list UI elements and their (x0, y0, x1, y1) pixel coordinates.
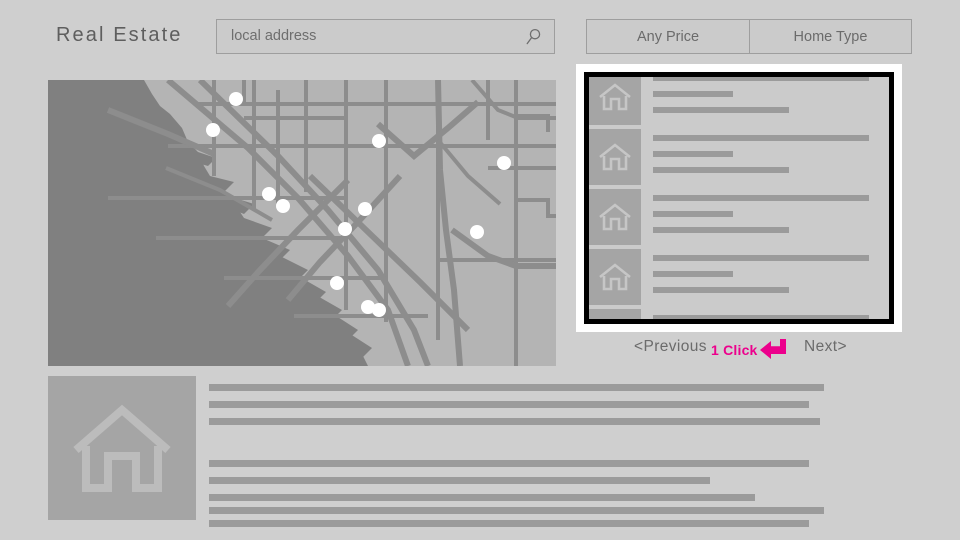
previous-page-link[interactable]: <Previous (634, 338, 707, 356)
listing-row[interactable] (589, 309, 889, 324)
listing-row[interactable] (589, 249, 889, 305)
listing-thumbnail (589, 77, 641, 125)
map-canvas (48, 80, 556, 366)
listing-scroll-area[interactable] (589, 77, 889, 324)
search-input[interactable] (231, 20, 511, 53)
house-icon (599, 263, 631, 291)
listing-thumbnail (589, 189, 641, 245)
filter-any-price-button[interactable]: Any Price (587, 20, 749, 53)
header-bar: Real Estate Any Price Home Type (0, 0, 960, 72)
search-icon[interactable] (524, 28, 542, 46)
house-icon (599, 203, 631, 231)
detail-card (48, 376, 838, 527)
next-page-link[interactable]: Next> (804, 338, 847, 356)
app-root: Real Estate Any Price Home Type (0, 0, 960, 540)
listing-text-lines (641, 77, 889, 125)
house-icon (598, 322, 632, 324)
pagination: <Previous 1 Click Next> (576, 336, 902, 364)
click-annotation: 1 Click (711, 339, 787, 361)
house-icon (599, 83, 631, 111)
map-view[interactable] (48, 80, 556, 366)
house-icon (599, 143, 631, 171)
listing-thumbnail (589, 129, 641, 185)
listing-row[interactable] (589, 189, 889, 245)
listing-text-lines (641, 129, 889, 185)
listing-thumbnail (589, 249, 641, 305)
return-arrow-icon (759, 339, 787, 361)
listing-row[interactable] (589, 77, 889, 125)
page-title: Real Estate (56, 24, 183, 46)
click-annotation-label: 1 Click (711, 342, 758, 358)
filter-button-group: Any Price Home Type (586, 19, 912, 54)
search-box[interactable] (216, 19, 555, 54)
listing-text-lines (641, 309, 889, 319)
listing-text-lines (641, 249, 889, 305)
listing-row[interactable] (589, 129, 889, 185)
detail-text-lines (48, 376, 838, 527)
listing-panel-highlight-frame (576, 64, 902, 332)
listing-thumbnail (589, 309, 641, 324)
listing-panel[interactable] (584, 72, 894, 324)
listing-text-lines (641, 189, 889, 245)
filter-home-type-button[interactable]: Home Type (749, 20, 911, 53)
